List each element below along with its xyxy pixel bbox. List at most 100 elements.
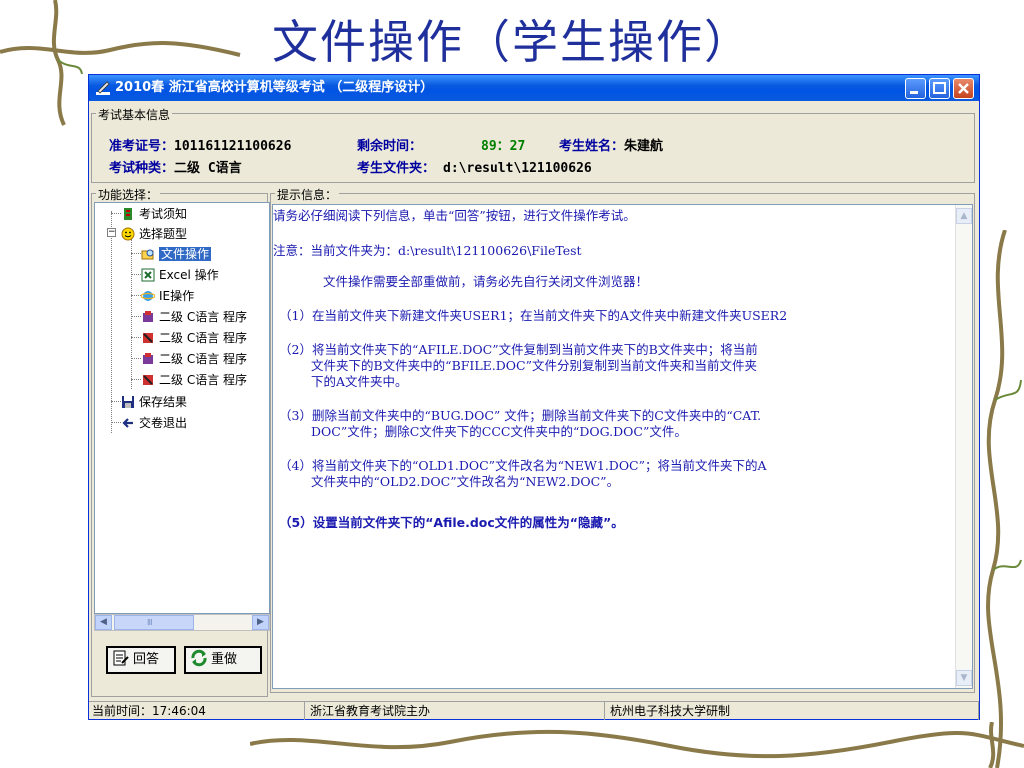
redo-button[interactable]: 重做 (184, 646, 262, 674)
prompt-line: （5）设置当前文件夹下的“Afile.doc文件的属性为“隐藏”。 (279, 515, 624, 530)
exam-window: 2010春 浙江省高校计算机等级考试 （二级程序设计） 考试基本信息 准考证号：… (88, 74, 980, 720)
status-organizer: 浙江省教育考试院主办 (307, 702, 605, 720)
tree-branch (131, 379, 141, 380)
scroll-grip: Ⅲ (147, 618, 153, 627)
exit-arrow-icon (122, 418, 133, 428)
prompt-vertical-scrollbar[interactable]: ▲ ▼ (955, 205, 972, 688)
tree-branch (111, 422, 121, 423)
prompt-line: 文件操作需要全部重做前，请务必先自行关闭文件浏览器！ (323, 274, 649, 289)
time-left-label: 剩余时间： (357, 139, 423, 154)
prompt-line: （4）将当前文件夹下的“OLD1.DOC”文件改名为“NEW1.DOC”；将当前… (279, 458, 767, 473)
prompt-line: （1）在当前文件夹下新建文件夹USER1；在当前文件夹下的A文件夹中新建文件夹U… (279, 308, 788, 323)
tree-item-submit-exit[interactable]: 交卷退出 (121, 414, 187, 432)
program-blue-icon (143, 353, 153, 364)
tree-item-save[interactable]: 保存结果 (121, 393, 187, 411)
time-left: 剩余时间： (357, 135, 422, 154)
tree-item-exam-notice[interactable]: 考试须知 (121, 205, 187, 223)
vine-decoration-right (986, 230, 1022, 768)
exam-type-label: 考试种类： (109, 161, 175, 176)
program-red-icon (143, 333, 153, 343)
prompt-line: 下的A文件夹中。 (311, 374, 408, 389)
vine-decoration-bottom (250, 722, 1024, 768)
tree-item-label: Excel 操作 (159, 268, 219, 282)
tree-item-label: 二级 C语言 程序 (159, 373, 248, 387)
exam-notice-icon (124, 208, 132, 220)
scroll-right-button[interactable]: ▶ (252, 615, 269, 630)
scroll-thumb[interactable]: Ⅲ (114, 615, 194, 630)
exam-type-value: 二级 C语言 (174, 161, 242, 176)
tree-branch (111, 401, 121, 402)
tree-branch (131, 253, 141, 254)
tree-branch (131, 316, 141, 317)
tree-item-c-program-2[interactable]: 二级 C语言 程序 (141, 329, 247, 347)
close-icon (958, 83, 969, 94)
refresh-icon (191, 649, 207, 667)
window-titlebar[interactable]: 2010春 浙江省高校计算机等级考试 （二级程序设计） (89, 75, 979, 101)
scroll-up-button[interactable]: ▲ (956, 208, 972, 224)
prompt-line: 请务必仔细阅读下列信息，单击“回答”按钮，进行文件操作考试。 (273, 208, 636, 223)
excel-icon (141, 268, 155, 282)
slide-title: 文件操作（学生操作） (272, 15, 752, 69)
tree-item-label: 考试须知 (139, 207, 188, 221)
exam-info-row-1: 准考证号：101161121100626 (109, 135, 291, 154)
function-tree[interactable]: − 考试须知 选择题型 文件操作 Excel 操作 IE操作 二级 C语言 程序… (94, 202, 270, 614)
tree-branch (131, 274, 141, 275)
student-folder-value: d:\result\121100626 (443, 161, 592, 176)
prompt-group-label: 提示信息： (275, 186, 340, 203)
exam-info-group-label: 考试基本信息 (96, 106, 173, 123)
student-name-label: 考生姓名： (559, 139, 625, 154)
status-bar: 当前时间：17:46:04 浙江省教育考试院主办 杭州电子科技大学研制 (89, 701, 979, 720)
collapse-toggle[interactable]: − (107, 228, 116, 237)
prompt-line: （2）将当前文件夹下的“AFILE.DOC”文件复制到当前文件夹下的B文件夹中；… (279, 342, 758, 357)
tree-item-label: 保存结果 (139, 395, 188, 409)
tree-root-line (111, 211, 112, 433)
status-developer: 杭州电子科技大学研制 (607, 702, 979, 720)
tree-branch (111, 213, 121, 214)
scroll-down-button[interactable]: ▼ (956, 670, 972, 686)
tree-branch (131, 295, 141, 296)
tree-item-c-program-3[interactable]: 二级 C语言 程序 (141, 350, 247, 368)
tree-item-label: 二级 C语言 程序 (159, 352, 248, 366)
window-title: 2010春 浙江省高校计算机等级考试 （二级程序设计） (115, 80, 434, 95)
tree-item-label: 二级 C语言 程序 (159, 310, 248, 324)
function-group: 功能选择： − 考试须知 选择题型 文件操作 Excel 操作 IE操作 二级 … (91, 186, 270, 697)
ie-icon (141, 291, 155, 301)
answer-button-label: 回答 (133, 652, 160, 667)
prompt-text-area[interactable]: 请务必仔细阅读下列信息，单击“回答”按钮，进行文件操作考试。 注意：当前文件夹为… (272, 204, 973, 689)
prompt-line: 文件夹中的“OLD2.DOC”文件改名为“NEW2.DOC”。 (311, 474, 620, 489)
close-button[interactable] (953, 78, 974, 99)
prompt-line: DOC”文件；删除C文件夹下的CCC文件夹中的“DOG.DOC”文件。 (311, 424, 687, 439)
maximize-button[interactable] (929, 78, 950, 99)
tree-item-label: 文件操作 (159, 247, 212, 261)
tree-item-file-ops[interactable]: 文件操作 (141, 245, 212, 263)
student-folder-label: 考生文件夹： (357, 161, 436, 176)
tree-item-c-program-1[interactable]: 二级 C语言 程序 (141, 308, 247, 326)
scroll-left-button[interactable]: ◀ (95, 615, 112, 630)
answer-icon (113, 650, 129, 666)
tree-item-ie[interactable]: IE操作 (141, 287, 194, 305)
smiley-icon (121, 227, 135, 241)
tree-item-label: 选择题型 (139, 227, 188, 241)
minimize-icon (910, 91, 918, 94)
student-name-value: 朱建航 (624, 139, 664, 154)
tree-horizontal-scrollbar[interactable]: ◀ Ⅲ ▶ (94, 614, 270, 631)
tree-item-label: 二级 C语言 程序 (159, 331, 248, 345)
exam-type: 考试种类：二级 C语言 (109, 157, 242, 176)
answer-button[interactable]: 回答 (106, 646, 176, 674)
tree-item-question-types[interactable]: 选择题型 (121, 225, 187, 243)
pen-icon (96, 81, 110, 95)
program-blue-icon (143, 311, 153, 322)
time-left-value: 89：27 (481, 139, 526, 154)
tree-item-label: IE操作 (159, 289, 195, 303)
minimize-button[interactable] (905, 78, 926, 99)
tree-item-c-program-4[interactable]: 二级 C语言 程序 (141, 371, 247, 389)
function-group-label: 功能选择： (96, 186, 161, 203)
prompt-line: 文件夹下的B文件夹中的“BFILE.DOC”文件分别复制到当前文件夹和当前文件夹 (311, 358, 757, 373)
redo-button-label: 重做 (211, 652, 238, 667)
search-folder-icon (141, 249, 154, 260)
exam-no-label: 准考证号： (109, 139, 175, 154)
tree-item-excel[interactable]: Excel 操作 (141, 266, 219, 284)
tree-item-label: 交卷退出 (139, 416, 188, 430)
tree-branch (131, 358, 141, 359)
status-current-time: 当前时间：17:46:04 (89, 702, 305, 720)
